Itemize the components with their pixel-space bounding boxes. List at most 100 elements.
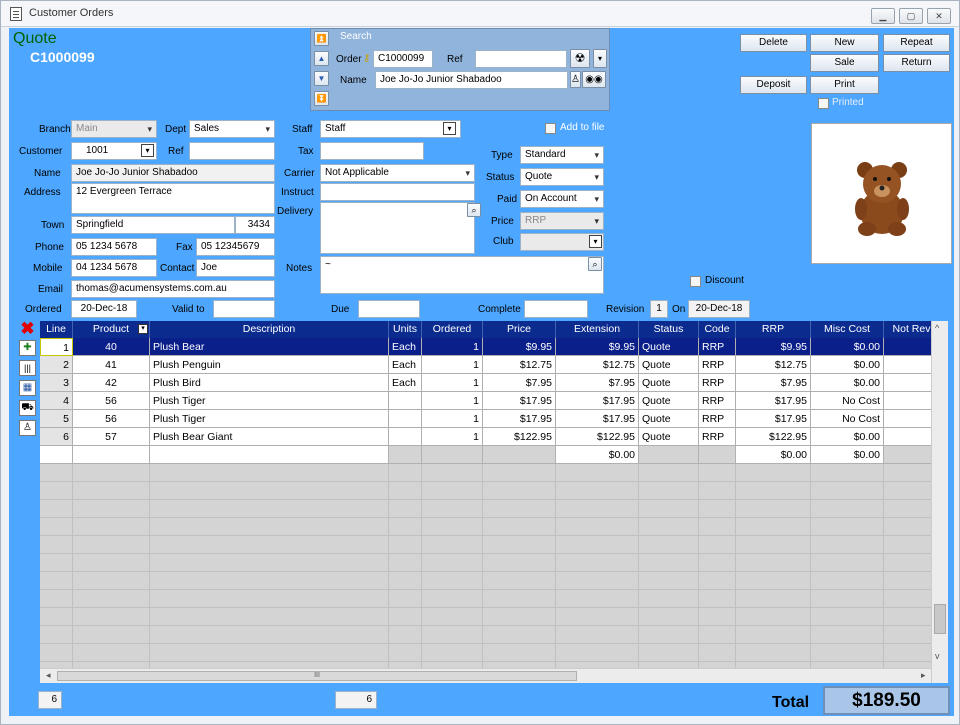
postcode-input[interactable]: 3434	[235, 216, 275, 234]
cell-misc-cost[interactable]: $0.00	[811, 446, 884, 464]
empty-table-row[interactable]	[40, 464, 940, 482]
staff-select[interactable]: Staff	[320, 120, 461, 138]
club-dropdown-icon[interactable]: ▾	[589, 235, 602, 248]
cell-ordered[interactable]	[422, 608, 483, 626]
cell-description[interactable]	[150, 590, 389, 608]
cell-rrp[interactable]: $7.95	[736, 374, 811, 392]
cell-code[interactable]	[699, 572, 736, 590]
cell-price[interactable]: $17.95	[483, 392, 556, 410]
last-record-icon[interactable]: ⏬	[314, 91, 329, 106]
cell-extension[interactable]	[556, 518, 639, 536]
cell-units[interactable]	[389, 590, 422, 608]
return-button[interactable]: Return	[883, 54, 950, 72]
complete-date[interactable]	[524, 300, 588, 318]
cell-rrp[interactable]: $17.95	[736, 392, 811, 410]
cell-ordered[interactable]: 1	[422, 392, 483, 410]
price-select[interactable]: RRP	[520, 212, 604, 230]
binoculars-icon[interactable]: ◉◉	[582, 71, 606, 88]
cell-extension[interactable]	[556, 572, 639, 590]
address-input[interactable]: 12 Evergreen Terrace	[71, 183, 275, 214]
cell-units[interactable]	[389, 428, 422, 446]
cell-rrp[interactable]: $17.95	[736, 410, 811, 428]
cell-units[interactable]	[389, 626, 422, 644]
previous-record-icon[interactable]: ▲	[314, 51, 329, 66]
phone-input[interactable]: 05 1234 5678	[71, 238, 157, 256]
stock-icon[interactable]: ▦	[19, 380, 36, 396]
cell-status[interactable]	[639, 644, 699, 662]
status-select[interactable]: Quote	[520, 168, 604, 186]
cell-ordered[interactable]	[422, 518, 483, 536]
tax-input[interactable]	[320, 142, 424, 160]
column-header-description[interactable]: Description	[150, 321, 389, 338]
cell-ordered[interactable]	[422, 554, 483, 572]
cell-units[interactable]	[389, 482, 422, 500]
close-icon[interactable]: ✕	[927, 8, 951, 24]
column-header-rrp[interactable]: RRP	[736, 321, 811, 338]
cell-product[interactable]: 40	[73, 338, 150, 356]
cell-product[interactable]	[73, 572, 150, 590]
cell-misc-cost[interactable]	[811, 644, 884, 662]
cell-status[interactable]	[639, 590, 699, 608]
due-date[interactable]	[358, 300, 420, 318]
empty-table-row[interactable]	[40, 590, 940, 608]
paid-select[interactable]: On Account	[520, 190, 604, 208]
ordered-date[interactable]: 20-Dec-18	[71, 300, 137, 318]
cell-extension[interactable]	[556, 482, 639, 500]
scroll-left-icon[interactable]: ◂	[46, 670, 51, 681]
cell-price[interactable]	[483, 608, 556, 626]
cell-code[interactable]	[699, 608, 736, 626]
cell-ordered[interactable]	[422, 644, 483, 662]
cell-price[interactable]	[483, 464, 556, 482]
delete-line-icon[interactable]: ✖	[19, 321, 36, 337]
cell-rrp[interactable]	[736, 590, 811, 608]
column-header-price[interactable]: Price	[483, 321, 556, 338]
cell-rrp[interactable]	[736, 608, 811, 626]
cell-ordered[interactable]	[422, 500, 483, 518]
cell-ordered[interactable]	[422, 626, 483, 644]
cell-units[interactable]	[389, 464, 422, 482]
cell-misc-cost[interactable]	[811, 608, 884, 626]
empty-table-row[interactable]	[40, 500, 940, 518]
cell-price[interactable]	[483, 446, 556, 464]
cell-ordered[interactable]	[422, 446, 483, 464]
table-row[interactable]: 657Plush Bear Giant1$122.95$122.95QuoteR…	[40, 428, 940, 446]
cell-line[interactable]: 3	[40, 374, 73, 392]
cell-status[interactable]: Quote	[639, 392, 699, 410]
cell-status[interactable]	[639, 572, 699, 590]
repeat-button[interactable]: Repeat	[883, 34, 950, 52]
grid-vertical-scrollbar[interactable]: ^ v	[931, 321, 948, 683]
carrier-select[interactable]: Not Applicable	[320, 164, 475, 182]
cell-status[interactable]: Quote	[639, 374, 699, 392]
cell-units[interactable]	[389, 536, 422, 554]
cell-line[interactable]	[40, 464, 73, 482]
cell-product[interactable]: 42	[73, 374, 150, 392]
cell-misc-cost[interactable]: No Cost	[811, 410, 884, 428]
cell-status[interactable]: Quote	[639, 338, 699, 356]
instruct-input[interactable]	[320, 183, 475, 201]
ref-input[interactable]	[189, 142, 275, 160]
cell-product[interactable]	[73, 626, 150, 644]
scroll-right-icon[interactable]: ▸	[921, 670, 926, 681]
empty-table-row[interactable]	[40, 608, 940, 626]
cell-code[interactable]: RRP	[699, 428, 736, 446]
notes-input[interactable]: ~	[320, 256, 604, 294]
staff-dropdown-icon[interactable]: ▾	[443, 122, 456, 135]
cell-code[interactable]	[699, 554, 736, 572]
cell-extension[interactable]	[556, 554, 639, 572]
cell-ordered[interactable]: 1	[422, 356, 483, 374]
product-column-dropdown-icon[interactable]: ▾	[138, 324, 148, 334]
table-row[interactable]: 456Plush Tiger1$17.95$17.95QuoteRRP$17.9…	[40, 392, 940, 410]
cell-product[interactable]	[73, 644, 150, 662]
valid-to-date[interactable]	[213, 300, 275, 318]
cell-extension[interactable]	[556, 500, 639, 518]
add-to-file-checkbox[interactable]	[545, 123, 556, 134]
cell-status[interactable]	[639, 608, 699, 626]
cell-ordered[interactable]	[422, 482, 483, 500]
empty-table-row[interactable]	[40, 626, 940, 644]
town-input[interactable]: Springfield	[71, 216, 235, 234]
deposit-button[interactable]: Deposit	[740, 76, 807, 94]
cell-line[interactable]: 4	[40, 392, 73, 410]
cell-extension[interactable]	[556, 590, 639, 608]
cell-extension[interactable]: $0.00	[556, 446, 639, 464]
grid-horizontal-scrollbar[interactable]: ◂ III ▸	[40, 668, 931, 683]
